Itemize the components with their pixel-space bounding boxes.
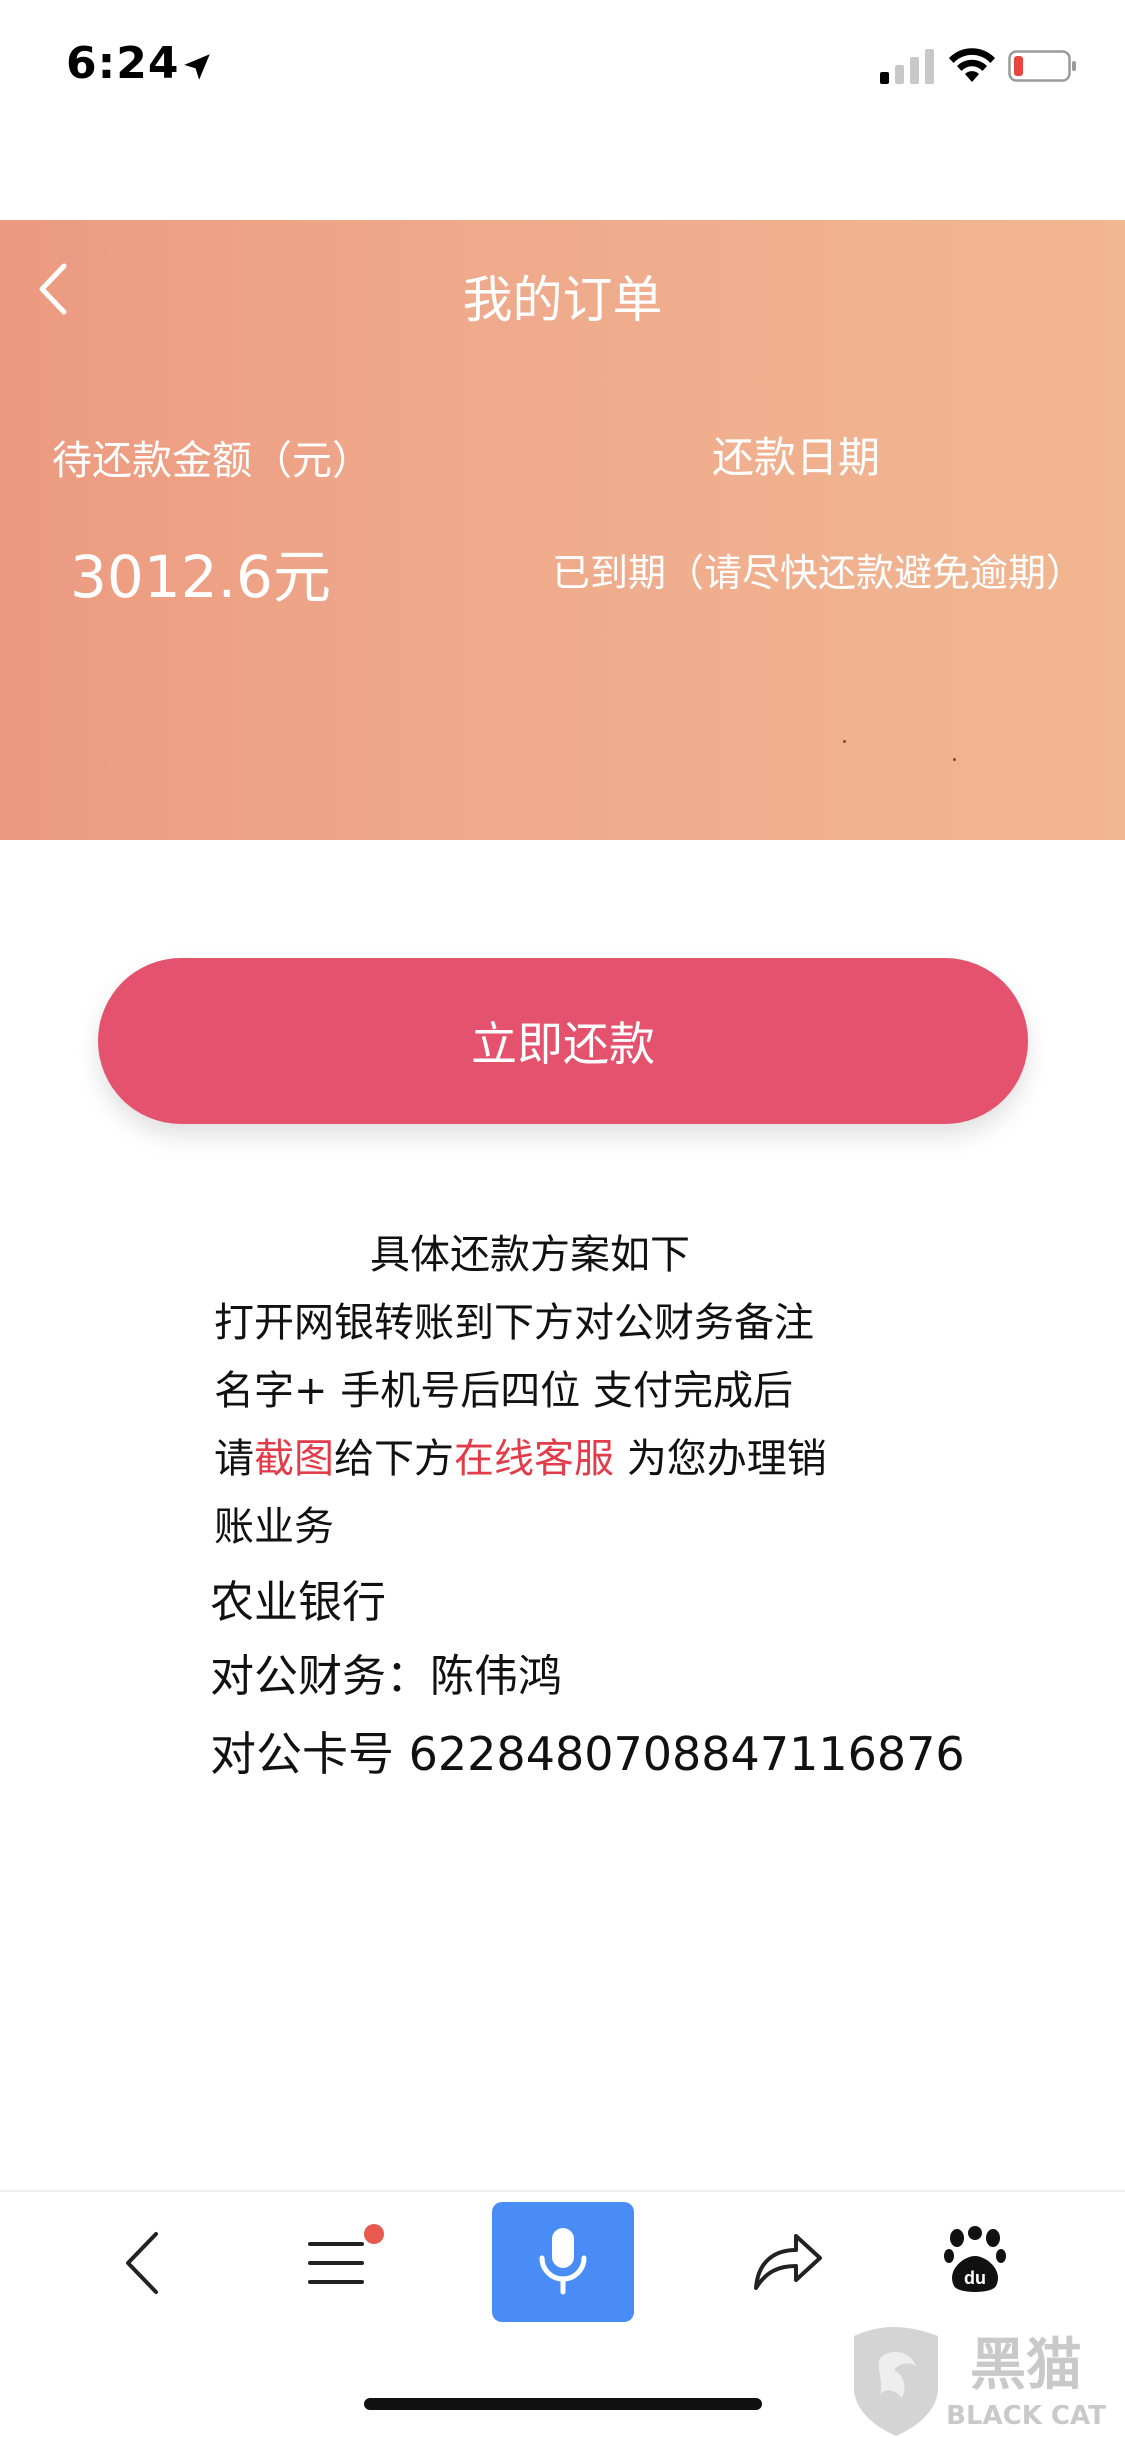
cellular-signal-icon <box>880 49 934 84</box>
instructions-text: 请 <box>214 1436 254 1482</box>
header-speck <box>953 758 956 761</box>
instructions-line: 账业务 <box>214 1504 334 1550</box>
repayment-date-value: 已到期（请尽快还款避免逾期） <box>552 551 1085 595</box>
repayment-date-label: 还款日期 <box>712 433 881 482</box>
screenshot-highlight: 截图 <box>254 1436 334 1482</box>
share-icon[interactable] <box>752 2228 824 2292</box>
location-arrow-icon <box>184 54 210 80</box>
microphone-icon <box>539 2228 587 2295</box>
svg-text:du: du <box>964 2268 986 2288</box>
bank-name: 农业银行 <box>210 1577 386 1628</box>
baidu-paw-icon[interactable]: du <box>944 2226 1006 2296</box>
instructions-heading: 具体还款方案如下 <box>370 1232 690 1278</box>
header-speck <box>843 740 846 743</box>
instructions-text: 给下方 <box>334 1436 454 1482</box>
page-title: 我的订单 <box>462 271 663 329</box>
home-indicator <box>364 2398 762 2410</box>
notification-dot <box>364 2224 384 2244</box>
watermark-en: BLACK CAT <box>946 2401 1106 2431</box>
menu-icon[interactable] <box>306 2238 366 2288</box>
instructions-line: 打开网银转账到下方对公财务备注 <box>214 1300 814 1346</box>
back-icon[interactable] <box>118 2228 166 2298</box>
amount-due-label: 待还款金额（元） <box>52 438 372 484</box>
wifi-icon <box>949 48 995 82</box>
watermark-cn: 黑猫 <box>970 2333 1082 2398</box>
online-service-link[interactable]: 在线客服 <box>454 1436 614 1482</box>
repay-now-button[interactable]: 立即还款 <box>98 958 1028 1124</box>
status-time: 6:24 <box>66 38 180 89</box>
instructions-line: 名字+ 手机号后四位 支付完成后 <box>214 1368 793 1414</box>
instructions-line: 请截图给下方在线客服 为您办理销 <box>214 1426 827 1484</box>
instructions-text: 为您办理销 <box>614 1436 827 1482</box>
voice-search-button[interactable] <box>492 2202 634 2322</box>
amount-due-value: 3012.6元 <box>70 543 331 611</box>
card-number: 对公卡号 6228480708847116876 <box>210 1727 965 1781</box>
status-bar: 6:24 <box>0 0 1125 140</box>
battery-low-icon <box>1008 50 1076 82</box>
account-name: 对公财务：陈伟鸿 <box>210 1651 562 1702</box>
black-cat-watermark: 黑猫 BLACK CAT <box>854 2327 1106 2436</box>
